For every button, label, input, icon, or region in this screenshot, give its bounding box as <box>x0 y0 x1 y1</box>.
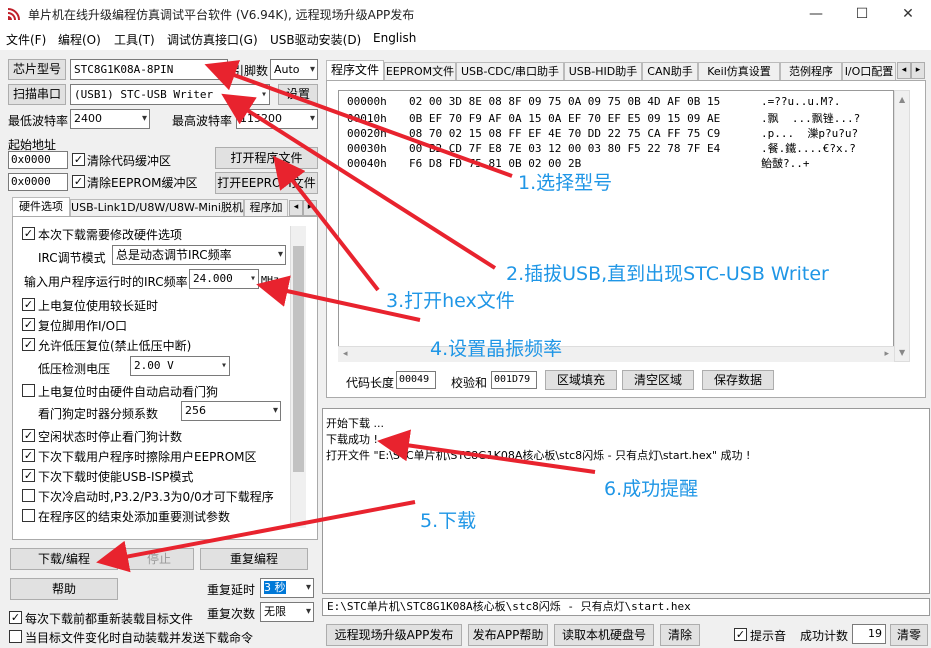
arrow-step2 <box>221 93 497 270</box>
annotation-step1: 1.选择型号 <box>518 172 613 194</box>
annotation-step3: 3.打开hex文件 <box>386 290 515 312</box>
arrow-step5 <box>96 500 416 573</box>
annotation-arrows <box>96 60 596 573</box>
arrow-step6 <box>377 429 596 474</box>
arrow-step3 <box>273 155 380 292</box>
annotation-step5: 5.下载 <box>420 510 477 532</box>
annotation-step4: 4.设置晶振频率 <box>430 338 563 360</box>
annotation-step6: 6.成功提醒 <box>604 478 699 500</box>
arrow-step1 <box>204 60 513 178</box>
annotation-step2: 2.插拔USB,直到出现STC-USB Writer <box>506 263 829 285</box>
